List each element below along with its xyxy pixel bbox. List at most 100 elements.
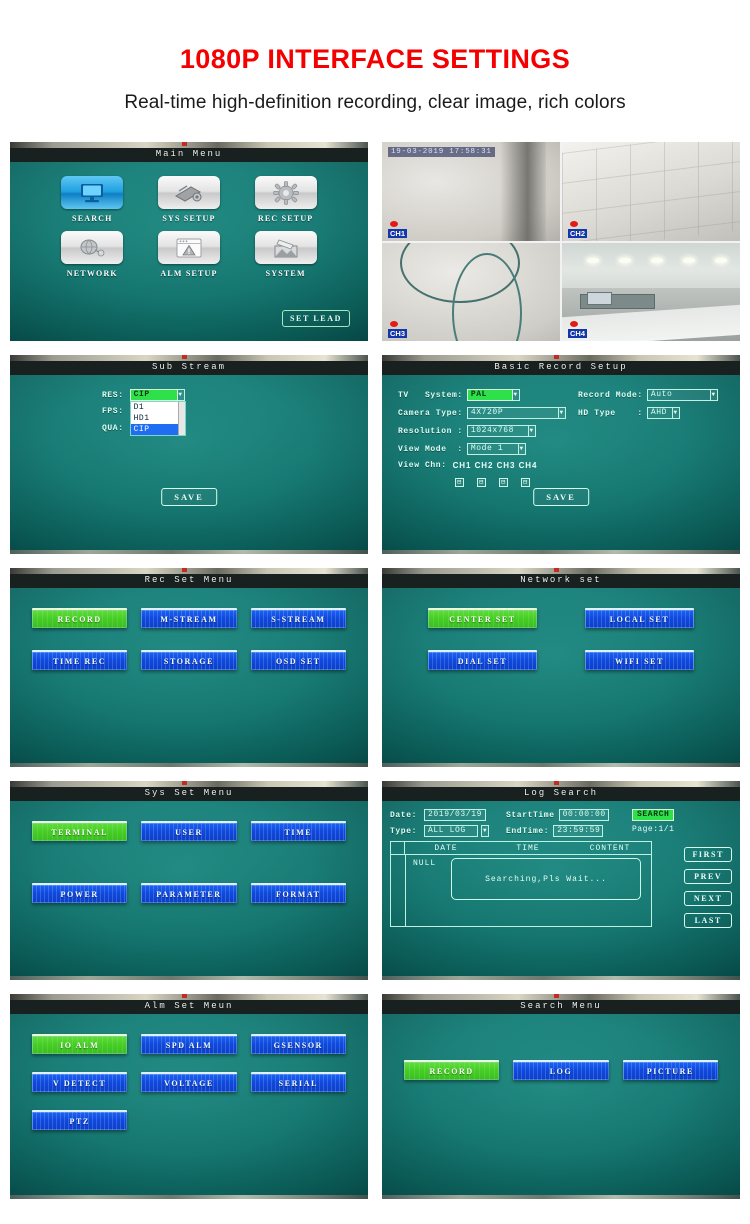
network-set-body: CENTER SET LOCAL SET DIAL SET WIFI SET xyxy=(382,588,740,763)
chevron-down-icon[interactable]: ▼ xyxy=(517,443,526,455)
monitor-bezel-bottom xyxy=(10,976,368,980)
set-lead-button[interactable]: SET LEAD xyxy=(281,310,350,327)
save-button[interactable]: SAVE xyxy=(533,488,589,506)
basic-record-body: TV System: PAL ▼ Camera Type: 4X720P ▼ Res… xyxy=(382,375,740,550)
record-mode-value[interactable]: Auto xyxy=(646,389,711,401)
camera-tile-ch2[interactable]: CH2 xyxy=(562,142,740,241)
menu-button-v-detect[interactable]: V DETECT xyxy=(32,1072,128,1092)
menu-item-system[interactable]: SYSTEM xyxy=(237,231,334,278)
menu-button-record[interactable]: RECORD xyxy=(32,608,128,628)
menu-item-alm-setup[interactable]: ALM SETUP xyxy=(141,231,238,278)
ceiling-tiles-texture xyxy=(562,142,740,241)
view-chn-checkbox-ch1[interactable]: ⊟ xyxy=(455,478,465,487)
menu-button-storage[interactable]: STORAGE xyxy=(141,650,237,670)
dropdown-option[interactable]: HD1 xyxy=(131,413,185,424)
dropdown-option[interactable]: D1 xyxy=(131,402,185,413)
menu-button-osd-set[interactable]: OSD SET xyxy=(250,650,346,670)
resolution-value[interactable]: 1024x768 xyxy=(466,425,529,437)
menu-button-wifi-set[interactable]: WIFI SET xyxy=(585,650,694,670)
res-dropdown[interactable]: CIP ▼ D1 HD1 CIP xyxy=(129,389,186,436)
menu-button-local-set[interactable]: LOCAL SET xyxy=(585,608,694,628)
view-chn-label: CH4 xyxy=(518,461,538,470)
camera-tile-ch3[interactable]: CH3 xyxy=(382,242,560,341)
view-chn-label: CH3 xyxy=(496,461,516,470)
bezel-led-icon xyxy=(553,781,559,785)
monitor-bezel-top xyxy=(10,142,368,148)
menu-button-terminal[interactable]: TERMINAL xyxy=(32,821,128,841)
pager-next-button[interactable]: NEXT xyxy=(684,891,732,906)
dropdown-scrollbar[interactable] xyxy=(177,402,185,435)
monitor-bezel-top xyxy=(382,781,740,787)
quad-view: 19-03-2019 17:58:31 CH1 CH2 CH3 CH4 xyxy=(382,142,740,341)
menu-button-user[interactable]: USER xyxy=(141,821,237,841)
alm-set-button-grid: IO ALM SPD ALM GSENSOR V DETECT VOLTAGE … xyxy=(10,1014,368,1130)
globe-net-icon xyxy=(61,231,124,264)
view-chn-checkbox-ch2[interactable]: ⊟ xyxy=(477,478,487,487)
field-label: Record Mode: xyxy=(578,390,643,400)
menu-button-dial-set[interactable]: DIAL SET xyxy=(428,650,537,670)
hd-type-value[interactable]: AHD xyxy=(646,407,673,419)
dropdown-option-selected[interactable]: CIP xyxy=(130,424,185,435)
chevron-down-icon[interactable]: ▼ xyxy=(671,407,680,419)
view-chn-checkbox-ch4[interactable]: ⊟ xyxy=(521,478,531,487)
monitor-bezel-top xyxy=(382,994,740,1000)
menu-button-log[interactable]: LOG xyxy=(513,1060,609,1080)
menu-button-spd-alm[interactable]: SPD ALM xyxy=(141,1034,237,1054)
channel-label: CH3 xyxy=(388,329,408,338)
menu-item-rec-setup[interactable]: REC SETUP xyxy=(237,176,334,223)
res-dropdown-list[interactable]: D1 HD1 CIP xyxy=(129,401,186,436)
page-indicator: Page:1/1 xyxy=(632,825,675,834)
tv-system-value[interactable]: PAL xyxy=(466,389,513,401)
menu-button-s-stream[interactable]: S-STREAM xyxy=(250,608,346,628)
camera-type-value[interactable]: 4X720P xyxy=(466,407,559,419)
menu-button-ptz[interactable]: PTZ xyxy=(32,1110,128,1130)
field-row-hd-type: HD Type : AHD ▼ xyxy=(578,407,718,419)
panel-live-view: 19-03-2019 17:58:31 CH1 CH2 CH3 CH4 xyxy=(382,142,740,341)
panel-title: Network set xyxy=(382,573,740,588)
menu-button-center-set[interactable]: CENTER SET xyxy=(428,608,537,628)
chevron-down-icon[interactable]: ▼ xyxy=(481,825,489,837)
save-button[interactable]: SAVE xyxy=(161,488,217,506)
menu-button-time-rec[interactable]: TIME REC xyxy=(32,650,128,670)
pager-last-button[interactable]: LAST xyxy=(684,913,732,928)
log-search-body: Date: 2019/03/19 Type: ALL LOG ▼ StartTim… xyxy=(382,801,740,976)
menu-button-format[interactable]: FORMAT xyxy=(250,883,346,903)
menu-item-network[interactable]: NETWORK xyxy=(44,231,141,278)
chevron-down-icon[interactable]: ▼ xyxy=(176,389,185,401)
menu-button-power[interactable]: POWER xyxy=(32,883,128,903)
date-value[interactable]: 2019/03/19 xyxy=(424,809,486,821)
camera-tile-ch1[interactable]: 19-03-2019 17:58:31 CH1 xyxy=(382,142,560,241)
menu-button-picture[interactable]: PICTURE xyxy=(622,1060,718,1080)
menu-button-m-stream[interactable]: M-STREAM xyxy=(141,608,237,628)
view-chn-label: CH2 xyxy=(474,461,494,470)
menu-button-voltage[interactable]: VOLTAGE xyxy=(141,1072,237,1092)
menu-button-gsensor[interactable]: GSENSOR xyxy=(250,1034,346,1054)
start-time-value[interactable]: 00:00:00 xyxy=(558,809,609,821)
menu-button-time[interactable]: TIME xyxy=(250,821,346,841)
view-chn-checkbox-ch3[interactable]: ⊟ xyxy=(499,478,509,487)
menu-item-search[interactable]: SEARCH xyxy=(44,176,141,223)
pager-first-button[interactable]: FIRST xyxy=(684,847,732,862)
chevron-down-icon[interactable]: ▼ xyxy=(511,389,520,401)
chevron-down-icon[interactable]: ▼ xyxy=(557,407,566,419)
menu-button-parameter[interactable]: PARAMETER xyxy=(141,883,237,903)
grid-spacer xyxy=(251,1110,346,1130)
panel-title: Search Menu xyxy=(382,999,740,1014)
end-time-value[interactable]: 23:59:59 xyxy=(553,825,604,837)
pager-prev-button[interactable]: PREV xyxy=(684,869,732,884)
panel-title: Rec Set Menu xyxy=(10,573,368,588)
chevron-down-icon[interactable]: ▼ xyxy=(709,389,718,401)
camera-tile-ch4[interactable]: CH4 xyxy=(562,242,740,341)
field-label: View Mode : xyxy=(398,444,463,454)
menu-button-record[interactable]: RECORD xyxy=(404,1060,500,1080)
field-label: TV System: xyxy=(398,390,463,400)
view-mode-value[interactable]: Mode 1 xyxy=(466,443,519,455)
chevron-down-icon[interactable]: ▼ xyxy=(527,425,536,437)
page-title: 1080P INTERFACE SETTINGS xyxy=(179,44,571,74)
menu-item-sys-setup[interactable]: SYS SETUP xyxy=(141,176,238,223)
search-button[interactable]: SEARCH xyxy=(632,809,675,821)
panel-search-menu: Search Menu RECORD LOG PICTURE xyxy=(382,994,740,1199)
menu-button-io-alm[interactable]: IO ALM xyxy=(32,1034,128,1054)
type-value[interactable]: ALL LOG xyxy=(424,825,478,837)
menu-button-serial[interactable]: SERIAL xyxy=(250,1072,346,1092)
